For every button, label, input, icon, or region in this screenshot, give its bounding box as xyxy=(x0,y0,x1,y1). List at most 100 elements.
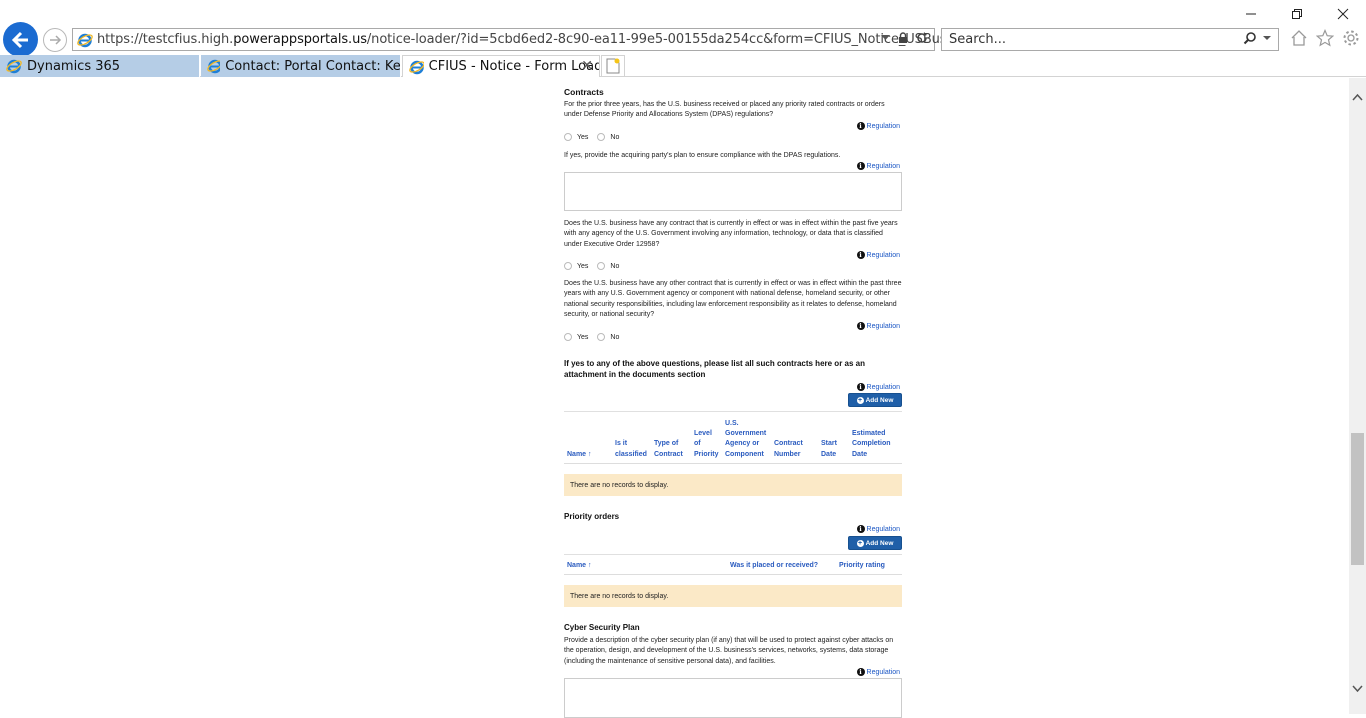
q-classified-radio-group: Yes No xyxy=(564,262,619,270)
contracts-list-heading: If yes to any of the above questions, pl… xyxy=(564,359,865,379)
url-prefix: https://testcfius.high. xyxy=(97,32,234,47)
close-window-button[interactable] xyxy=(1320,0,1366,28)
minimize-icon xyxy=(1246,13,1256,15)
tab-contact[interactable]: Contact: Portal Contact: Kevin ... xyxy=(201,55,401,77)
add-new-label: Add New xyxy=(865,396,894,404)
search-actions xyxy=(1243,31,1272,45)
sort-arrow-icon: ↑ xyxy=(588,561,592,569)
info-icon: i xyxy=(856,122,865,130)
add-contract-button[interactable]: + Add New xyxy=(848,393,902,407)
regulation-label: Regulation xyxy=(866,162,900,170)
col-placed-received[interactable]: Was it placed or received? xyxy=(730,561,818,571)
radio-no-label: No xyxy=(610,333,620,341)
tab-strip: Dynamics 365 Contact: Portal Contact: Ke… xyxy=(0,55,1366,77)
regulation-link[interactable]: i Regulation xyxy=(856,668,900,676)
col-priority-rating[interactable]: Priority rating xyxy=(839,561,885,571)
scroll-thumb[interactable] xyxy=(1351,433,1364,565)
regulation-link[interactable]: i Regulation xyxy=(856,162,900,170)
restore-button[interactable] xyxy=(1274,0,1320,28)
q-national-security-radio-group: Yes No xyxy=(564,333,619,341)
priority-table-header: Name ↑ Was it placed or received? Priori… xyxy=(564,554,902,575)
q-classified-contract: Does the U.S. business have any contract… xyxy=(564,220,898,248)
regulation-link[interactable]: i Regulation xyxy=(856,322,900,330)
radio-yes[interactable] xyxy=(564,133,572,141)
arrow-left-icon xyxy=(11,31,28,48)
tab-label: Dynamics 365 xyxy=(27,58,121,74)
info-icon: i xyxy=(856,162,865,170)
chevron-down-icon[interactable] xyxy=(1351,684,1364,694)
dropdown-icon[interactable] xyxy=(1263,31,1272,45)
new-tab-icon xyxy=(606,58,620,74)
url-path: /notice-loader/?id=5cbd6ed2-8c90-ea11-99… xyxy=(366,32,1031,47)
window-controls xyxy=(1228,0,1366,28)
col-name[interactable]: Name ↑ xyxy=(567,561,592,571)
regulation-label: Regulation xyxy=(866,251,900,259)
regulation-link[interactable]: i Regulation xyxy=(856,122,900,130)
regulation-label: Regulation xyxy=(866,383,900,391)
regulation-link[interactable]: i Regulation xyxy=(856,383,900,391)
col-classified[interactable]: Is it classified xyxy=(615,439,651,460)
address-actions xyxy=(881,32,928,44)
radio-no-label: No xyxy=(610,262,620,270)
col-label: Name xyxy=(567,561,587,569)
regulation-link[interactable]: i Regulation xyxy=(856,251,900,259)
tab-dynamics[interactable]: Dynamics 365 xyxy=(0,55,200,77)
chevron-up-icon[interactable] xyxy=(1351,92,1364,102)
col-type[interactable]: Type of Contract xyxy=(654,439,690,460)
ie-logo-icon xyxy=(6,59,22,74)
lock-icon[interactable] xyxy=(898,32,908,44)
regulation-link[interactable]: i Regulation xyxy=(856,525,900,533)
regulation-label: Regulation xyxy=(866,668,900,676)
search-input[interactable]: Search... xyxy=(949,32,1006,47)
regulation-label: Regulation xyxy=(866,322,900,330)
info-icon: i xyxy=(856,251,865,259)
radio-no[interactable] xyxy=(597,262,606,270)
radio-yes-label: Yes xyxy=(577,262,589,270)
contracts-table-header: Name ↑ Is it classified Type of Contract… xyxy=(564,411,902,464)
toolbar-right xyxy=(1290,29,1360,47)
q-cyber-plan: Provide a description of the cyber secur… xyxy=(564,637,894,665)
q-dpas-contracts: For the prior three years, has the U.S. … xyxy=(564,101,885,119)
radio-yes[interactable] xyxy=(564,262,572,270)
back-button[interactable] xyxy=(3,22,38,57)
cyber-plan-textarea[interactable] xyxy=(564,678,902,718)
minimize-button[interactable] xyxy=(1228,0,1274,28)
close-tab-icon[interactable]: ✕ xyxy=(581,58,593,74)
dpas-plan-textarea[interactable] xyxy=(564,172,902,211)
new-tab-button[interactable] xyxy=(601,55,625,77)
ie-logo-icon xyxy=(207,59,221,74)
col-contract-number[interactable]: Contract Number xyxy=(774,439,810,460)
home-icon[interactable] xyxy=(1290,29,1308,47)
q-dpas-plan: If yes, provide the acquiring party's pl… xyxy=(564,152,841,159)
tab-label: CFIUS - Notice - Form Load... xyxy=(428,59,599,74)
dropdown-icon[interactable] xyxy=(881,35,890,41)
sort-arrow-icon: ↑ xyxy=(588,450,592,458)
address-bar[interactable]: https://testcfius.high.powerappsportals.… xyxy=(72,28,1030,51)
col-completion-date[interactable]: Estimated Completion Date xyxy=(852,429,898,460)
radio-yes[interactable] xyxy=(564,333,572,341)
col-name[interactable]: Name ↑ xyxy=(567,450,592,460)
col-agency[interactable]: U.S. Government Agency or Component xyxy=(725,419,771,460)
radio-no[interactable] xyxy=(597,133,606,141)
refresh-icon[interactable] xyxy=(916,32,928,44)
search-bar[interactable]: Search... xyxy=(941,28,1279,51)
q-national-security-contract: Does the U.S. business have any other co… xyxy=(564,280,902,319)
priority-empty-message: There are no records to display. xyxy=(564,585,902,607)
tab-cfius-notice[interactable]: CFIUS - Notice - Form Load... ✕ xyxy=(402,55,600,77)
col-priority-level[interactable]: Level of Priority xyxy=(694,429,720,460)
gear-icon[interactable] xyxy=(1342,29,1360,47)
tab-label: Contact: Portal Contact: Kevin ... xyxy=(225,58,400,74)
contracts-title: Contracts xyxy=(564,87,604,97)
add-priority-order-button[interactable]: + Add New xyxy=(848,536,902,550)
radio-no[interactable] xyxy=(597,333,606,341)
vertical-scrollbar[interactable] xyxy=(1349,78,1366,714)
radio-no-label: No xyxy=(610,133,620,141)
col-label: Name xyxy=(567,450,587,458)
forward-button[interactable] xyxy=(43,28,67,52)
col-start-date[interactable]: Start Date xyxy=(821,439,845,460)
star-icon[interactable] xyxy=(1316,29,1334,47)
search-icon[interactable] xyxy=(1243,31,1257,45)
restore-icon xyxy=(1292,9,1302,19)
info-icon: i xyxy=(856,322,865,330)
ie-logo-icon xyxy=(77,33,93,48)
